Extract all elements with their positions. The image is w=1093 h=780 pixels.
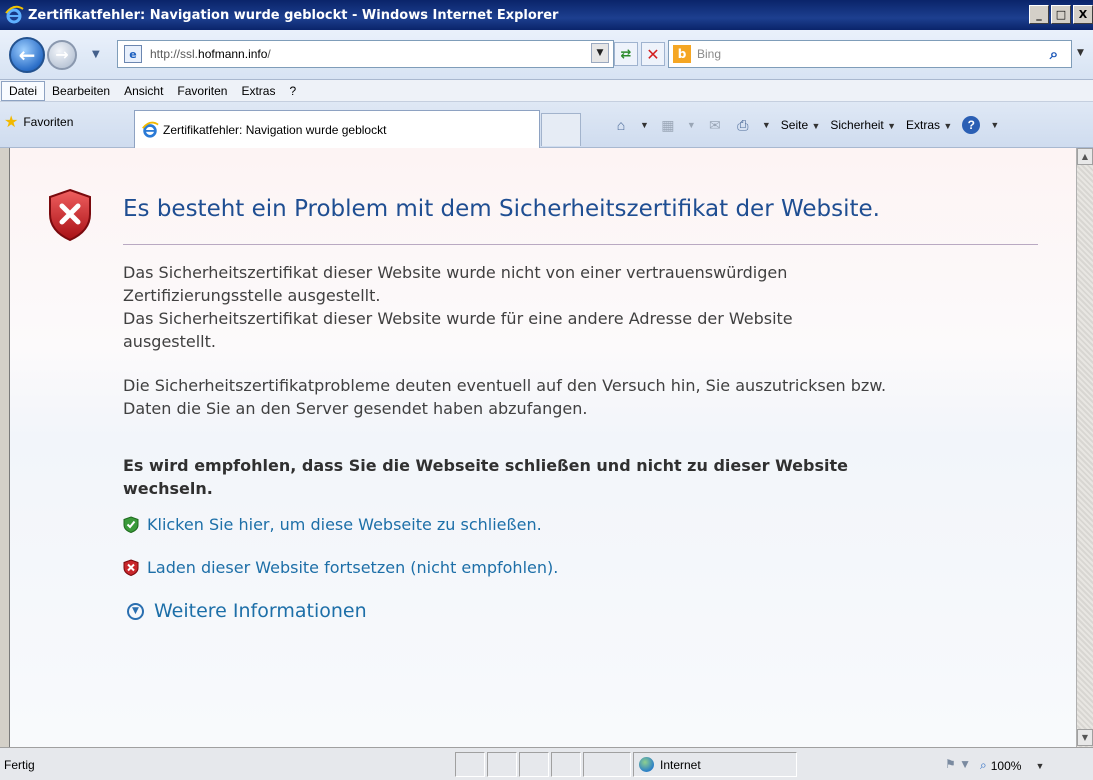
- zoom-control[interactable]: ⌕ 100% ▼: [980, 758, 1044, 773]
- feeds-dropdown-icon[interactable]: ▼: [687, 120, 696, 130]
- help-dropdown-icon[interactable]: ▼: [990, 120, 999, 130]
- maximize-button[interactable]: □: [1051, 5, 1071, 24]
- favorites-label: Favoriten: [23, 115, 74, 129]
- description-line: Die Sicherheitszertifikatprobleme deuten…: [123, 376, 887, 395]
- command-bar: ⌂ ▼ ▦ ▼ ✉ ⎙ ▼ Seite ▼ Sicherheit ▼ Extras ▼…: [612, 116, 999, 134]
- menu-bearbeiten[interactable]: Bearbeiten: [45, 80, 117, 102]
- favorites-tab-bar: ★ Favoriten Zertifikatfehler: Navigation…: [0, 102, 1093, 148]
- error-description: Das Sicherheitszertifikat dieser Website…: [123, 261, 793, 353]
- more-info-toggle[interactable]: ▼ Weitere Informationen: [127, 600, 367, 622]
- protected-mode-icon[interactable]: ⚑ ▼: [945, 757, 971, 771]
- refresh-icon: ⇄: [620, 46, 632, 62]
- star-icon: ★: [4, 114, 19, 131]
- help-icon[interactable]: ?: [962, 116, 981, 134]
- recommendation-text: Es wird empfohlen, dass Sie die Webseite…: [123, 454, 1003, 500]
- recent-pages-dropdown[interactable]: ▼: [92, 49, 102, 60]
- window-title: Zertifikatfehler: Navigation wurde geblo…: [28, 7, 559, 23]
- description-line: Daten die Sie an den Server gesendet hab…: [123, 399, 588, 418]
- risk-description: Die Sicherheitszertifikatprobleme deuten…: [123, 374, 886, 420]
- page-menu-button[interactable]: Seite ▼: [781, 118, 821, 132]
- divider: [123, 244, 1038, 245]
- menu-bar: Datei Bearbeiten Ansicht Favoriten Extra…: [0, 80, 1093, 102]
- address-toolbar: ← → ▼ e http://ssl.hofmann.info/ ▼ ⇄ ✕ b…: [0, 30, 1093, 80]
- close-page-link[interactable]: Klicken Sie hier, um diese Webseite zu s…: [123, 515, 542, 534]
- forward-arrow-icon: →: [55, 45, 69, 64]
- safety-menu-button[interactable]: Sicherheit ▼: [830, 118, 896, 132]
- page-title: Es besteht ein Problem mit dem Sicherhei…: [123, 196, 880, 222]
- favorites-button[interactable]: ★ Favoriten: [4, 112, 73, 132]
- certificate-error-page: Es besteht ein Problem mit dem Sicherhei…: [9, 148, 1076, 747]
- status-cell: [455, 752, 485, 777]
- menu-ansicht[interactable]: Ansicht: [117, 80, 170, 102]
- home-dropdown-icon[interactable]: ▼: [640, 120, 649, 130]
- search-icon: ⌕: [1049, 45, 1059, 63]
- error-shield-small-icon: [123, 559, 139, 576]
- title-bar: Zertifikatfehler: Navigation wurde geblo…: [0, 0, 1093, 30]
- home-icon[interactable]: ⌂: [612, 116, 630, 134]
- ie-logo-icon: [5, 5, 24, 24]
- menu-help[interactable]: ?: [282, 80, 303, 102]
- ie-tab-icon: [142, 121, 159, 138]
- window-frame-left: [0, 148, 9, 747]
- zoom-level: 100%: [990, 758, 1022, 773]
- close-window-button[interactable]: X: [1073, 5, 1093, 24]
- tab-title: Zertifikatfehler: Navigation wurde geblo…: [163, 122, 387, 137]
- search-placeholder: Bing: [697, 47, 722, 61]
- zoom-icon: ⌕: [980, 758, 987, 772]
- back-arrow-icon: ←: [18, 43, 36, 67]
- address-input[interactable]: e http://ssl.hofmann.info/: [117, 40, 614, 68]
- continue-link[interactable]: Laden dieser Website fortsetzen (nicht e…: [123, 558, 558, 577]
- security-zone[interactable]: Internet: [633, 752, 797, 777]
- status-cell: [487, 752, 517, 777]
- print-dropdown-icon[interactable]: ▼: [762, 120, 771, 130]
- minimize-button[interactable]: _: [1029, 5, 1049, 24]
- stop-icon: ✕: [646, 44, 660, 64]
- zone-label: Internet: [660, 757, 701, 772]
- recommendation-line: wechseln.: [123, 479, 213, 498]
- status-cell: [551, 752, 581, 777]
- search-input[interactable]: b Bing: [668, 40, 1072, 68]
- ok-shield-icon: [123, 516, 139, 533]
- description-line: ausgestellt.: [123, 332, 216, 351]
- globe-icon: [639, 757, 654, 772]
- zoom-dropdown-icon[interactable]: ▼: [1035, 761, 1044, 771]
- stop-button[interactable]: ✕: [641, 42, 665, 66]
- mail-icon[interactable]: ✉: [706, 116, 724, 134]
- tab-current[interactable]: Zertifikatfehler: Navigation wurde geblo…: [134, 110, 540, 148]
- status-cell: [519, 752, 549, 777]
- expand-chevron-icon: ▼: [127, 602, 144, 620]
- forward-button[interactable]: →: [47, 40, 77, 70]
- close-page-link-text[interactable]: Klicken Sie hier, um diese Webseite zu s…: [147, 515, 542, 534]
- url-text: http://ssl.hofmann.info/: [150, 47, 271, 61]
- new-tab-button[interactable]: [541, 113, 581, 146]
- address-dropdown-button[interactable]: ▼: [591, 43, 609, 63]
- search-button[interactable]: ⌕: [1041, 42, 1067, 66]
- tools-menu-button[interactable]: Extras ▼: [906, 118, 952, 132]
- scroll-up-button[interactable]: ▲: [1077, 148, 1093, 165]
- page-icon: e: [124, 45, 142, 63]
- recommendation-line: Es wird empfohlen, dass Sie die Webseite…: [123, 456, 848, 475]
- menu-datei[interactable]: Datei: [1, 80, 46, 101]
- refresh-button[interactable]: ⇄: [614, 42, 638, 66]
- more-info-text[interactable]: Weitere Informationen: [154, 600, 367, 622]
- back-button[interactable]: ←: [9, 37, 45, 73]
- feeds-icon[interactable]: ▦: [659, 116, 677, 134]
- menu-extras[interactable]: Extras: [234, 80, 282, 102]
- status-bar: Fertig Internet ⚑ ▼ ⌕ 100% ▼: [0, 747, 1093, 780]
- menu-favoriten[interactable]: Favoriten: [170, 80, 234, 102]
- search-options-dropdown[interactable]: ▼: [1077, 48, 1084, 58]
- print-icon[interactable]: ⎙: [734, 116, 752, 134]
- status-cell: [583, 752, 631, 777]
- continue-link-text[interactable]: Laden dieser Website fortsetzen (nicht e…: [147, 558, 558, 577]
- status-text: Fertig: [4, 758, 35, 772]
- error-shield-icon: [49, 188, 91, 242]
- scroll-down-button[interactable]: ▼: [1077, 729, 1093, 746]
- description-line: Zertifizierungsstelle ausgestellt.: [123, 286, 381, 305]
- description-line: Das Sicherheitszertifikat dieser Website…: [123, 309, 793, 328]
- bing-icon: b: [673, 45, 691, 63]
- description-line: Das Sicherheitszertifikat dieser Website…: [123, 263, 788, 282]
- vertical-scrollbar[interactable]: ▲ ▼: [1076, 148, 1093, 747]
